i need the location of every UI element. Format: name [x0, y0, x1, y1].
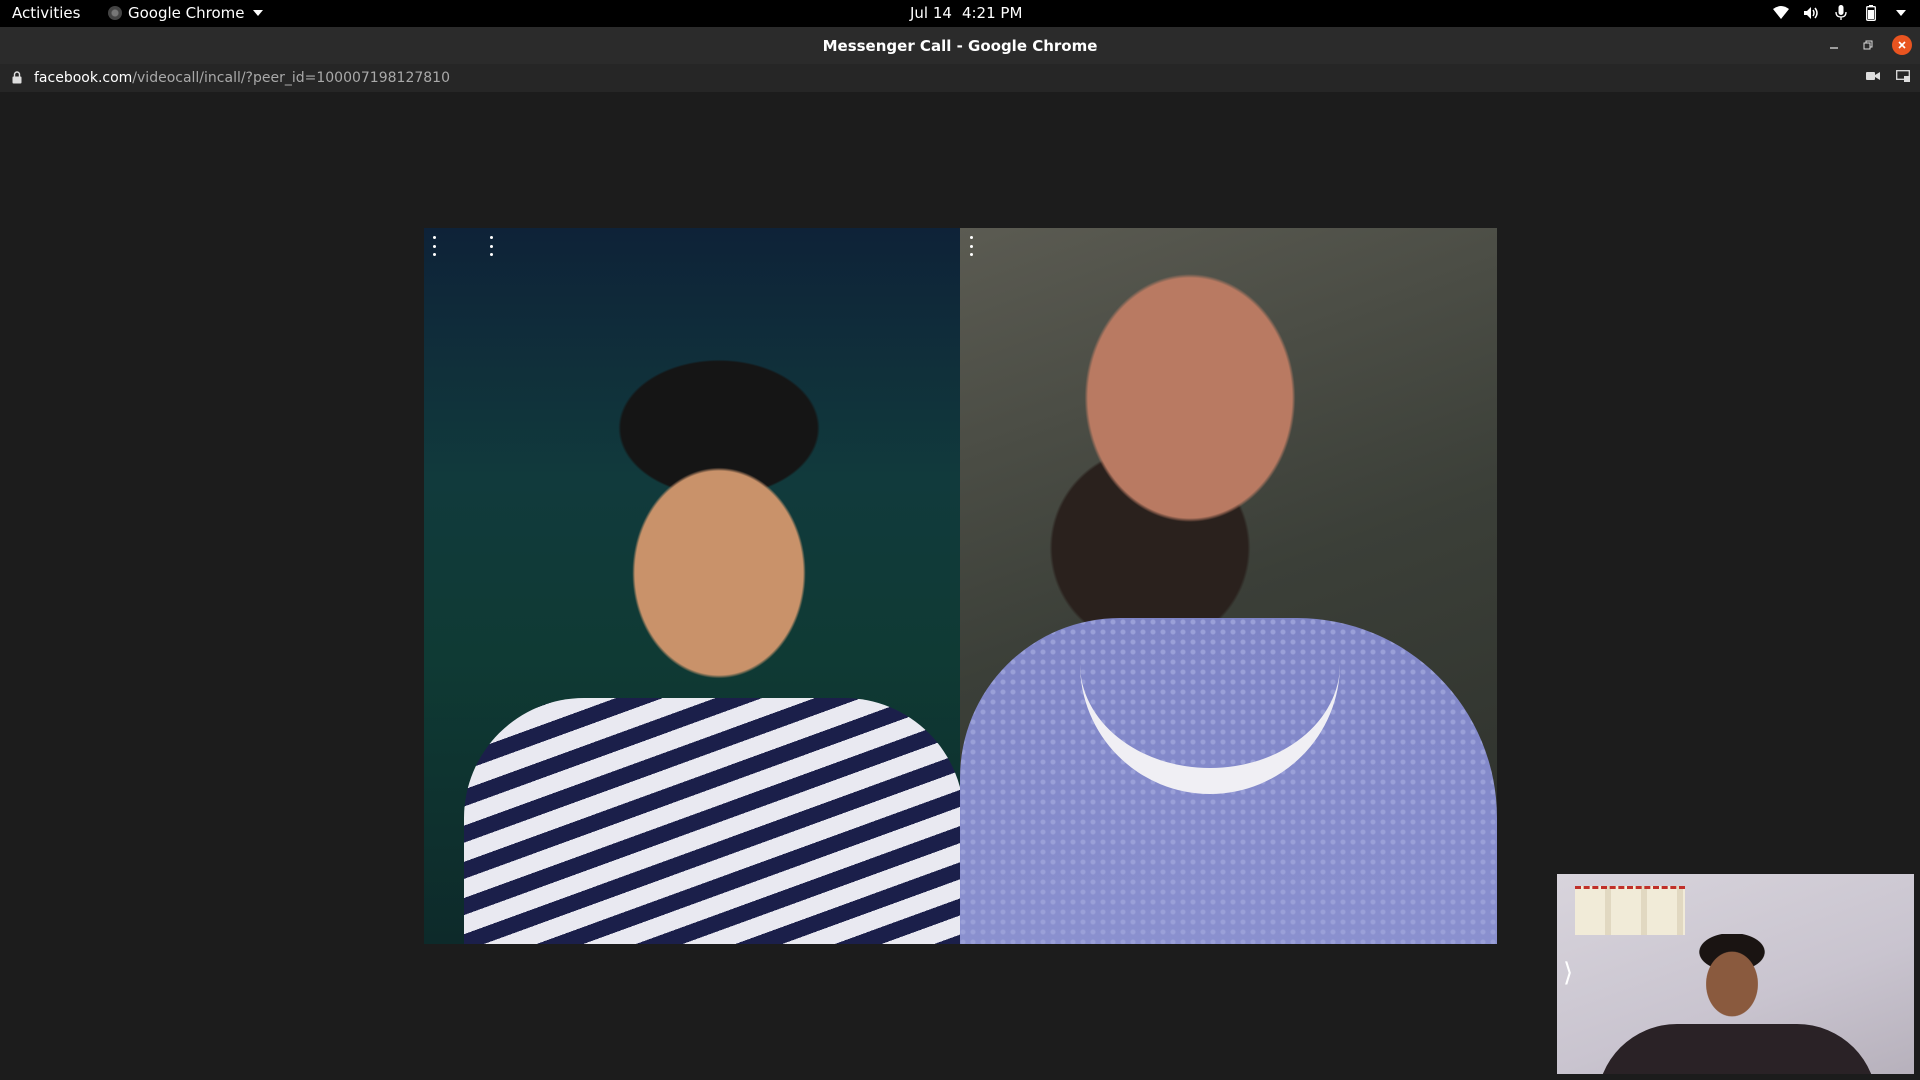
- cast-icon[interactable]: [1896, 70, 1910, 86]
- url-bar-actions: [1866, 70, 1910, 86]
- self-view-person-body: [1597, 1024, 1877, 1074]
- volume-icon[interactable]: [1802, 3, 1820, 23]
- restore-icon: [1863, 40, 1873, 50]
- minimize-button[interactable]: [1824, 35, 1844, 55]
- close-icon: [1898, 41, 1906, 49]
- clock[interactable]: Jul 14 4:21 PM: [910, 4, 1022, 22]
- battery-icon[interactable]: [1862, 3, 1880, 23]
- self-view-video[interactable]: ⟩: [1557, 874, 1914, 1074]
- window-title-bar[interactable]: Messenger Call - Google Chrome: [0, 27, 1920, 64]
- participant-video-left[interactable]: [424, 228, 960, 944]
- app-menu-label: Google Chrome: [128, 4, 245, 22]
- window-controls: [1824, 35, 1912, 55]
- expand-self-view-icon[interactable]: ⟩: [1563, 958, 1573, 988]
- clock-time: 4:21 PM: [961, 4, 1023, 22]
- system-tray[interactable]: [1772, 3, 1910, 23]
- close-button[interactable]: [1892, 35, 1912, 55]
- caret-down-icon: [252, 10, 263, 16]
- lock-icon[interactable]: [12, 71, 22, 88]
- system-menu-caret-icon[interactable]: [1892, 3, 1910, 23]
- video-call-stage: ⟩: [0, 92, 1920, 1080]
- microphone-icon[interactable]: [1832, 3, 1850, 23]
- participant-left-shirt: [464, 698, 960, 944]
- self-view-person: [1697, 934, 1767, 1020]
- wifi-icon[interactable]: [1772, 3, 1790, 23]
- more-options-icon[interactable]: [428, 234, 440, 258]
- window-title: Messenger Call - Google Chrome: [822, 37, 1098, 55]
- restore-button[interactable]: [1858, 35, 1878, 55]
- url-bar[interactable]: facebook.com/videocall/incall/?peer_id=1…: [0, 64, 1920, 92]
- app-menu[interactable]: Google Chrome: [108, 4, 263, 22]
- more-options-icon[interactable]: [965, 234, 977, 258]
- minimize-icon: [1830, 47, 1838, 49]
- url-text[interactable]: facebook.com/videocall/incall/?peer_id=1…: [34, 70, 450, 86]
- camera-in-use-icon[interactable]: [1866, 70, 1880, 86]
- chrome-icon: [108, 6, 122, 20]
- more-options-icon[interactable]: [485, 234, 497, 258]
- url-domain: facebook.com: [34, 70, 133, 86]
- self-view-background-notes: [1575, 886, 1685, 935]
- participant-video-right[interactable]: [960, 228, 1497, 944]
- activities-button[interactable]: Activities: [12, 4, 80, 22]
- url-path: /videocall/incall/?peer_id=1000071981278…: [132, 70, 450, 86]
- clock-date: Jul 14: [910, 4, 952, 22]
- gnome-top-bar: Activities Google Chrome Jul 14 4:21 PM: [0, 0, 1920, 27]
